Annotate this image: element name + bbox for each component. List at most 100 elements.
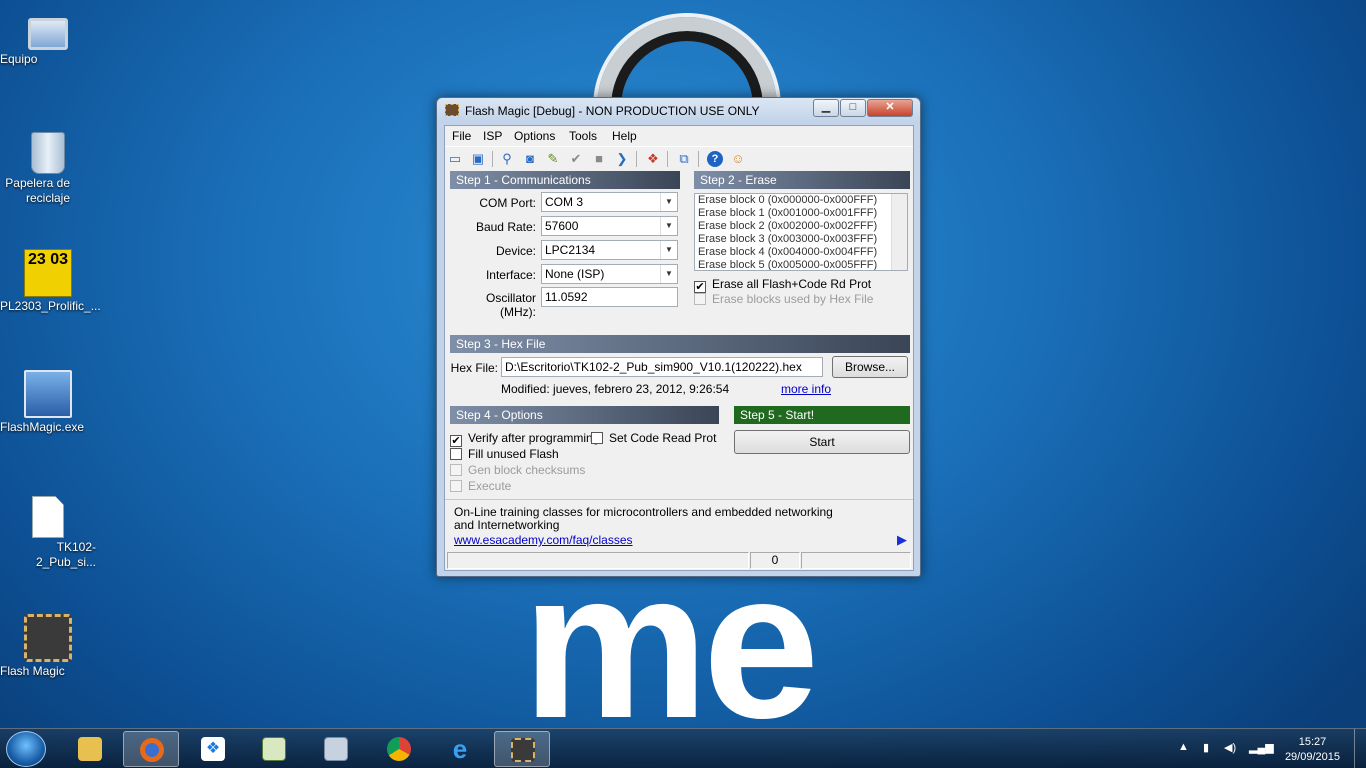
step4-header: Step 4 - Options bbox=[450, 406, 719, 424]
start-button[interactable]: Start bbox=[734, 430, 910, 454]
list-item[interactable]: Erase block 2 (0x002000-0x002FFF) bbox=[695, 220, 907, 233]
flash-magic-icon bbox=[511, 738, 535, 762]
clock-time: 15:27 bbox=[1298, 736, 1327, 748]
taskbar-internet-explorer[interactable]: e bbox=[432, 731, 488, 767]
desktop-icon-pl2303[interactable]: 23 03 PL2303_Prolific_... bbox=[0, 249, 101, 313]
interface-label: Interface: bbox=[485, 268, 536, 282]
desktop-icon-tk102[interactable]: TK102-2_Pub_si... bbox=[0, 492, 96, 569]
taskbar-firefox[interactable] bbox=[123, 731, 179, 767]
window-title: Flash Magic [Debug] - NON PRODUCTION USE… bbox=[465, 104, 760, 118]
erase-hex-blocks-checkbox: Erase blocks used by Hex File bbox=[694, 292, 873, 306]
firefox-icon bbox=[140, 738, 164, 762]
title-bar[interactable]: Flash Magic [Debug] - NON PRODUCTION USE… bbox=[437, 98, 920, 123]
list-item[interactable]: Erase block 3 (0x003000-0x003FFF) bbox=[695, 233, 907, 246]
clock[interactable]: 15:27 29/09/2015 bbox=[1285, 735, 1340, 765]
battery-icon[interactable]: ▮ bbox=[1203, 741, 1209, 754]
baud-rate-label: Baud Rate: bbox=[475, 220, 536, 234]
save-icon[interactable]: ▣ bbox=[470, 151, 486, 167]
oscillator-label: Oscillator (MHz): bbox=[485, 291, 536, 319]
blank-check-icon[interactable]: ■ bbox=[591, 151, 607, 167]
com-port-label: COM Port: bbox=[479, 196, 536, 210]
verify-icon[interactable]: ✔ bbox=[568, 151, 584, 167]
step3-header: Step 3 - Hex File bbox=[450, 335, 910, 353]
start-button[interactable] bbox=[6, 731, 46, 767]
com-port-select[interactable]: COM 3 ▼ bbox=[541, 192, 678, 212]
desktop-icon-flash-magic[interactable]: Flash Magic bbox=[0, 614, 96, 678]
desktop-icon-recycle-bin[interactable]: Papelera de reciclaje bbox=[0, 128, 96, 205]
dropbox-icon: ❖ bbox=[201, 737, 225, 761]
app-icon bbox=[445, 104, 459, 116]
menu-tools[interactable]: Tools bbox=[569, 129, 597, 143]
status-count: 0 bbox=[750, 552, 800, 569]
list-scrollbar[interactable] bbox=[891, 194, 907, 270]
step5-header: Step 5 - Start! bbox=[734, 406, 910, 424]
minimize-button[interactable]: ▁ bbox=[813, 99, 839, 117]
chevron-down-icon: ▼ bbox=[660, 241, 677, 259]
clock-date: 29/09/2015 bbox=[1284, 751, 1340, 763]
interface-select[interactable]: None (ISP) ▼ bbox=[541, 264, 678, 284]
close-button[interactable]: ✕ bbox=[867, 99, 913, 117]
chevron-down-icon: ▼ bbox=[660, 217, 677, 235]
status-bar: 0 bbox=[445, 550, 913, 570]
recycle-icon[interactable]: ❖ bbox=[645, 151, 661, 167]
menu-file[interactable]: File bbox=[452, 129, 471, 143]
hex-file-input[interactable]: D:\Escritorio\TK102-2_Pub_sim900_V10.1(1… bbox=[501, 357, 823, 377]
verify-checkbox[interactable]: ✔ Verify after programming bbox=[450, 431, 599, 447]
ad-link[interactable]: www.esacademy.com/faq/classes bbox=[454, 533, 633, 547]
search-icon[interactable]: ⚲ bbox=[499, 151, 515, 167]
taskbar-flash-magic[interactable] bbox=[494, 731, 550, 767]
chevron-down-icon: ▼ bbox=[660, 265, 677, 283]
status-message bbox=[447, 552, 749, 569]
desktop-icon-flashmagic-exe[interactable]: FlashMagic.exe bbox=[0, 370, 96, 434]
taskbar-dropbox[interactable]: ❖ bbox=[185, 731, 241, 767]
device-label: Device: bbox=[495, 244, 536, 258]
recycle-bin-icon bbox=[31, 132, 65, 174]
help-icon[interactable]: ? bbox=[707, 151, 723, 167]
desktop-icon-equipo[interactable]: Equipo bbox=[0, 10, 96, 66]
erase-block-list[interactable]: Erase block 0 (0x000000-0x000FFF) Erase … bbox=[694, 193, 908, 271]
menu-options[interactable]: Options bbox=[514, 129, 555, 143]
users-icon[interactable]: ☺ bbox=[730, 151, 746, 167]
installer-icon: 23 03 bbox=[24, 249, 72, 297]
document-icon bbox=[32, 496, 64, 538]
chrome-icon bbox=[387, 737, 411, 761]
device-select[interactable]: LPC2134 ▼ bbox=[541, 240, 678, 260]
zoom-icon[interactable]: ⧉ bbox=[676, 151, 692, 167]
signal-icon[interactable]: ▂▄▆ bbox=[1249, 741, 1274, 754]
menu-help[interactable]: Help bbox=[612, 129, 637, 143]
list-item[interactable]: Erase block 4 (0x004000-0x004FFF) bbox=[695, 246, 907, 259]
list-item[interactable]: Erase block 5 (0x005000-0x005FFF) bbox=[695, 259, 907, 270]
ad-text: On-Line training classes for microcontro… bbox=[454, 505, 833, 532]
toolbar: ▭ ▣ ⚲ ◙ ✎ ✔ ■ ❯ ❖ ⧉ ? ☺ bbox=[445, 146, 913, 170]
taskbar-file-explorer[interactable] bbox=[62, 731, 118, 767]
editor-icon bbox=[262, 737, 286, 761]
go-icon[interactable]: ❯ bbox=[614, 151, 630, 167]
next-arrow-icon[interactable]: ▶ bbox=[897, 532, 907, 548]
window-client: File ISP Options Tools Help ▭ ▣ ⚲ ◙ ✎ ✔ … bbox=[444, 125, 914, 571]
taskbar-editor[interactable] bbox=[246, 731, 302, 767]
show-hidden-icon[interactable]: ▲ bbox=[1178, 741, 1189, 753]
step2-header: Step 2 - Erase bbox=[694, 171, 910, 189]
browse-button[interactable]: Browse... bbox=[832, 356, 908, 378]
taskbar-chrome[interactable] bbox=[371, 731, 427, 767]
erase-all-checkbox[interactable]: ✔ Erase all Flash+Code Rd Prot bbox=[694, 277, 871, 293]
erase-icon[interactable]: ✎ bbox=[545, 151, 561, 167]
list-item[interactable]: Erase block 0 (0x000000-0x000FFF) bbox=[695, 194, 907, 207]
gen-checksums-checkbox: Gen block checksums bbox=[450, 463, 585, 477]
computer-icon bbox=[28, 18, 68, 50]
menu-isp[interactable]: ISP bbox=[483, 129, 502, 143]
setup-exe-icon bbox=[24, 370, 72, 418]
open-icon[interactable]: ▭ bbox=[447, 151, 463, 167]
fill-unused-checkbox[interactable]: Fill unused Flash bbox=[450, 447, 559, 461]
list-item[interactable]: Erase block 1 (0x001000-0x001FFF) bbox=[695, 207, 907, 220]
oscillator-input[interactable]: 11.0592 bbox=[541, 287, 678, 307]
more-info-link[interactable]: more info bbox=[781, 382, 831, 396]
taskbar-calculator[interactable] bbox=[308, 731, 364, 767]
show-desktop-button[interactable] bbox=[1354, 729, 1366, 768]
database-icon[interactable]: ◙ bbox=[522, 151, 538, 167]
hex-file-label: Hex File: bbox=[450, 361, 498, 375]
maximize-button[interactable]: □ bbox=[840, 99, 866, 117]
code-read-prot-checkbox[interactable]: Set Code Read Prot bbox=[591, 431, 716, 445]
baud-rate-select[interactable]: 57600 ▼ bbox=[541, 216, 678, 236]
volume-icon[interactable]: ◀) bbox=[1224, 741, 1236, 754]
